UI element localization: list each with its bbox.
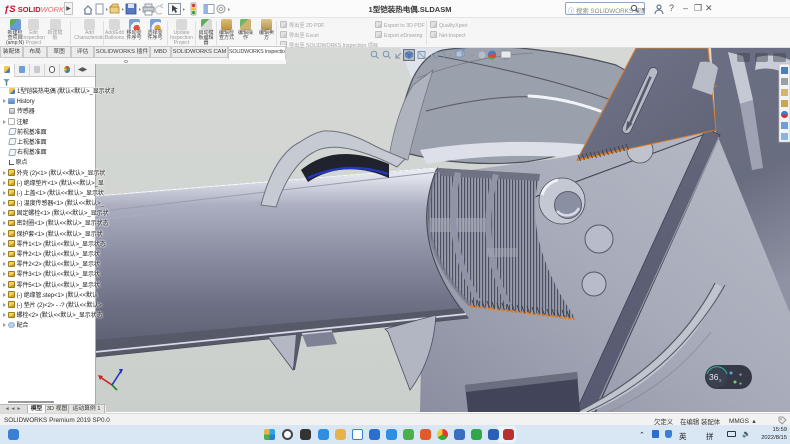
svg-text:●: ● — [739, 372, 742, 378]
svg-text:36: 36 — [709, 372, 719, 382]
svg-text:●: ● — [739, 381, 742, 387]
